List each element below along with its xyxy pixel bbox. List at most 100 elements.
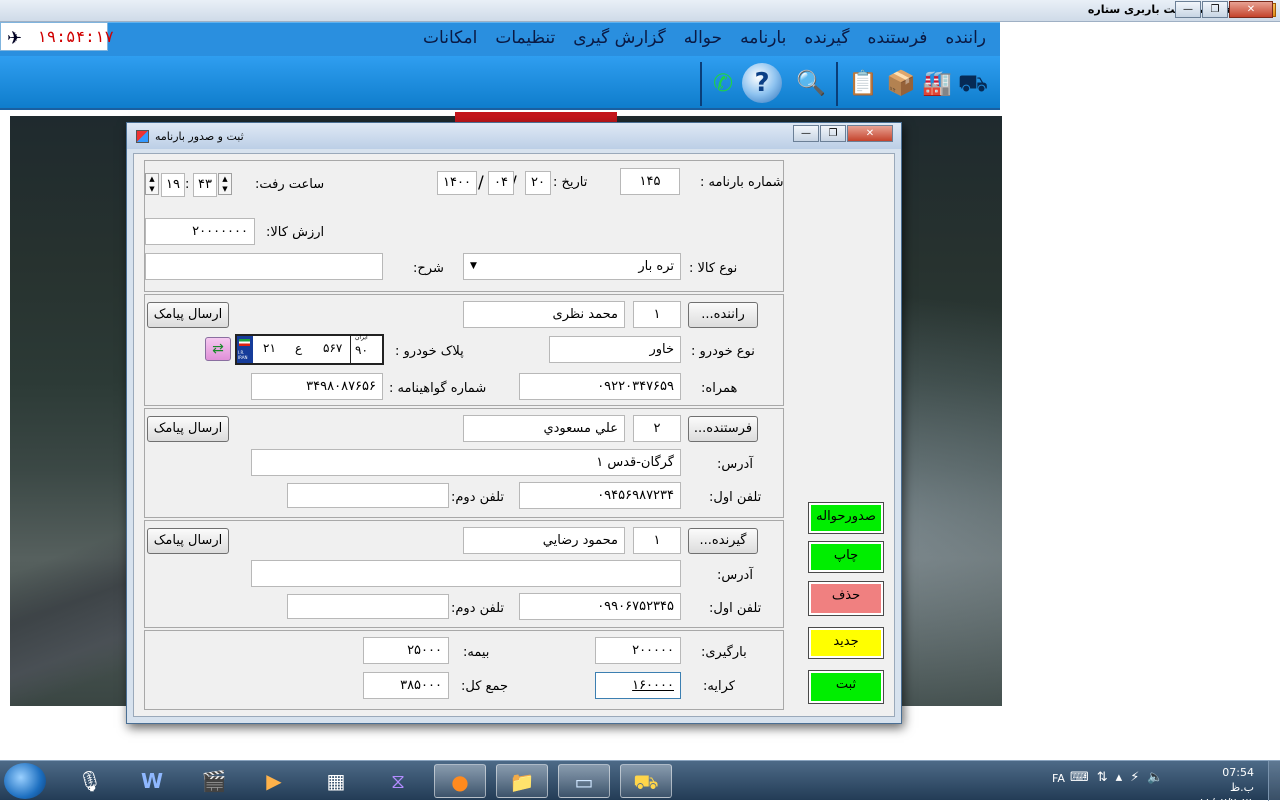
vehicle-type-field[interactable]: خاور [549, 336, 681, 363]
buildings-icon[interactable]: 🏭 [920, 66, 954, 100]
truck-app-icon[interactable]: ⛟ [620, 764, 672, 798]
insurance-field[interactable]: ۲۵۰۰۰ [363, 637, 449, 664]
speaker-icon[interactable]: 🔈 [1147, 770, 1163, 785]
sender-button[interactable]: فرستنده... [688, 416, 758, 442]
delete-button[interactable]: حذف [808, 581, 884, 616]
dialog-close-button[interactable]: ✕ [847, 125, 893, 142]
driver-name-field[interactable]: محمد نظری [463, 301, 625, 328]
departure-hour-field[interactable]: ۱۹ [161, 173, 185, 197]
media-player-icon[interactable]: ▶ [248, 764, 300, 798]
search-icon[interactable]: 🔍 [794, 66, 828, 100]
maximize-button[interactable]: ❐ [1202, 1, 1228, 18]
loading-cost-field[interactable]: ۲۰۰۰۰۰ [595, 637, 681, 664]
plate-prefix: ۲۱ [263, 341, 276, 355]
new-button[interactable]: جدید [808, 627, 884, 659]
network-icon[interactable]: ⇅ [1097, 770, 1108, 785]
menu-driver[interactable]: راننده [945, 28, 986, 48]
waybill-number-field[interactable]: ۱۴۵ [620, 168, 680, 195]
close-button[interactable]: ✕ [1229, 1, 1273, 18]
dialog-maximize-button[interactable]: ❐ [820, 125, 846, 142]
driver-panel: راننده... ۱ محمد نظری ارسال پیامک نوع خو… [144, 294, 784, 406]
plate-country-label: ایران [355, 334, 368, 341]
tray-clock[interactable]: 07:54 ب.ظ ۱۱/۰۷/۲۰۲۱ [1196, 765, 1254, 810]
tray-icons: ⌨ ⇅ ▴ ⚡ 🔈 [1070, 770, 1164, 785]
costs-panel: بارگیری: ۲۰۰۰۰۰ بیمه: ۲۵۰۰۰ کرایه: ۱۶۰۰۰… [144, 630, 784, 710]
microphone-icon[interactable]: 🎙 [64, 764, 116, 798]
sender-panel: فرستنده... ۲ علي مسعودي ارسال پیامک آدرس… [144, 408, 784, 518]
sender-phone1-field[interactable]: ۰۹۴۵۶۹۸۷۲۳۴ [519, 482, 681, 509]
departure-minute-field[interactable]: ۴۳ [193, 173, 217, 197]
sender-address-field[interactable]: گرگان-قدس ۱ [251, 449, 681, 476]
plate-flag-strip: I.R. IRAN [237, 336, 253, 363]
receiver-sms-button[interactable]: ارسال پیامک [147, 528, 229, 554]
receiver-name-field[interactable]: محمود رضايي [463, 527, 625, 554]
dialog-icon [136, 130, 149, 143]
goods-type-select[interactable]: تره بار ▼ [463, 253, 681, 280]
language-indicator[interactable]: FA [1052, 772, 1065, 785]
video-editor-icon[interactable]: 🎬 [188, 764, 240, 798]
swap-plate-icon[interactable]: ⇄ [205, 337, 231, 361]
date-month-field[interactable]: ۰۴ [488, 171, 514, 195]
total-label: جمع کل: [461, 679, 509, 694]
visual-studio-icon[interactable]: ⧖ [372, 764, 424, 798]
menu-features[interactable]: امکانات [423, 28, 477, 48]
sender-code-field[interactable]: ۲ [633, 415, 681, 442]
firefox-icon[interactable]: ● [434, 764, 486, 798]
receiver-code-field[interactable]: ۱ [633, 527, 681, 554]
save-button[interactable]: ثبت [808, 670, 884, 704]
receiver-button[interactable]: گیرنده... [688, 528, 758, 554]
driver-button[interactable]: راننده... [688, 302, 758, 328]
word-icon[interactable]: W [126, 764, 178, 798]
notepad-icon[interactable]: ▭ [558, 764, 610, 798]
mobile-field[interactable]: ۰۹۲۲۰۳۴۷۶۵۹ [519, 373, 681, 400]
calculator-icon[interactable]: ▦ [310, 764, 362, 798]
description-label: شرح: [413, 261, 444, 276]
hour-spinner[interactable]: ▲ ▼ [145, 173, 159, 195]
keyboard-icon[interactable]: ⌨ [1070, 770, 1089, 785]
app-titlebar: نرم افزار مدیریت باربری ستاره — ❐ ✕ [0, 0, 1280, 22]
show-desktop-button[interactable] [1268, 761, 1280, 801]
menu-receiver[interactable]: گیرنده [804, 28, 849, 48]
sender-phone2-field[interactable] [287, 483, 449, 508]
total-field[interactable]: ۳۸۵۰۰۰ [363, 672, 449, 699]
dialog-titlebar: ثبت و صدور بارنامه — ❐ ✕ [127, 123, 901, 149]
print-button[interactable]: چاپ [808, 541, 884, 573]
time-separator: : [185, 177, 190, 192]
menu-order[interactable]: حواله [684, 28, 722, 48]
issue-order-button[interactable]: صدورحواله [808, 502, 884, 534]
driver-code-field[interactable]: ۱ [633, 301, 681, 328]
driver-sms-button[interactable]: ارسال پیامک [147, 302, 229, 328]
sender-name-field[interactable]: علي مسعودي [463, 415, 625, 442]
license-number-field[interactable]: ۳۴۹۸۰۸۷۶۵۶ [251, 373, 383, 400]
dialog-minimize-button[interactable]: — [793, 125, 819, 142]
date-day-field[interactable]: ۲۰ [525, 171, 551, 195]
sender-sms-button[interactable]: ارسال پیامک [147, 416, 229, 442]
fare-label: کرایه: [703, 679, 735, 694]
tray-date: ۱۱/۰۷/۲۰۲۱ [1199, 796, 1254, 809]
date-year-field[interactable]: ۱۴۰۰ [437, 171, 477, 195]
start-button[interactable] [4, 763, 46, 799]
menu-waybill[interactable]: بارنامه [740, 28, 786, 48]
fare-field[interactable]: ۱۶۰۰۰۰ [595, 672, 681, 699]
license-plate[interactable]: I.R. IRAN ۲۱ ع ۵۶۷ ایران ۹۰ [235, 334, 384, 365]
description-field[interactable] [145, 253, 383, 280]
whatsapp-icon[interactable]: ✆ [706, 66, 740, 100]
receiver-address-field[interactable] [251, 560, 681, 587]
minimize-button[interactable]: — [1175, 1, 1201, 18]
file-explorer-icon[interactable]: 📁 [496, 764, 548, 798]
receiver-phone2-field[interactable] [287, 594, 449, 619]
chevron-up-icon[interactable]: ▴ [1116, 770, 1123, 785]
minute-spinner[interactable]: ▲ ▼ [218, 173, 232, 195]
menu-sender[interactable]: فرستنده [868, 28, 928, 48]
goods-value-field[interactable]: ۲۰۰۰۰۰۰۰ [145, 218, 255, 245]
handshake-box-icon[interactable]: 📦 [884, 66, 918, 100]
waybill-number-label: شماره بارنامه : [700, 175, 784, 190]
truck-icon[interactable]: ⛟ [956, 66, 990, 100]
menu-settings[interactable]: تنظیمات [495, 28, 555, 48]
receiver-phone1-field[interactable]: ۰۹۹۰۶۷۵۲۳۴۵ [519, 593, 681, 620]
menu-reports[interactable]: گزارش گیری [573, 28, 665, 48]
power-icon[interactable]: ⚡ [1130, 770, 1139, 785]
clipboard-truck-icon[interactable]: 📋 [846, 66, 880, 100]
sender-address-label: آدرس: [717, 457, 753, 472]
help-icon[interactable]: ? [742, 63, 782, 103]
